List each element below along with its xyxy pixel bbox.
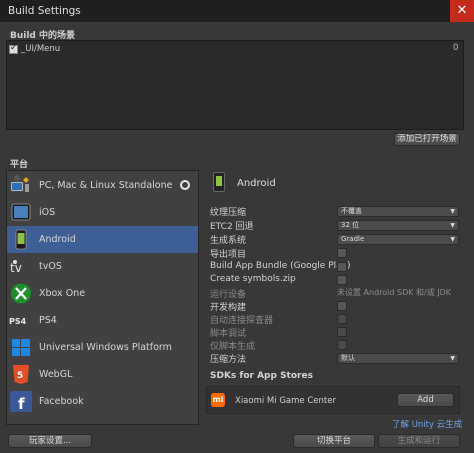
platform-label-ios: iOS — [39, 207, 56, 218]
platform-item-facebook[interactable]: f Facebook — [7, 388, 198, 415]
xbox-icon — [11, 283, 31, 304]
svg-text:PS4: PS4 — [9, 317, 27, 326]
sdks-title: SDKs for App Stores — [210, 371, 313, 381]
platform-item-android[interactable]: Android — [7, 226, 198, 253]
texture-compression-dropdown[interactable]: 不覆盖 ▼ — [337, 206, 459, 217]
scene-name: _UI/Menu — [21, 44, 61, 54]
build-app-bundle-label: Build App Bundle (Google Play) — [210, 261, 351, 271]
autoconnect-profiler-label: 自动连接探查器 — [210, 316, 274, 326]
platform-settings-title: Android — [237, 178, 276, 189]
monitor-icon — [10, 175, 29, 192]
scene-checkbox[interactable] — [9, 43, 18, 54]
learn-cloud-build-link[interactable]: 了解 Unity 云生成 — [392, 418, 462, 430]
platform-label-standalone: PC, Mac & Linux Standalone — [39, 180, 173, 191]
etc2-fallback-dropdown[interactable]: 32 位 ▼ — [337, 220, 459, 231]
scene-row[interactable]: _UI/Menu 0 — [9, 43, 458, 55]
platform-item-standalone[interactable]: PC, Mac & Linux Standalone — [7, 172, 198, 199]
build-app-bundle-checkbox[interactable] — [337, 262, 347, 272]
chevron-down-icon: ▼ — [450, 222, 455, 229]
window-title: Build Settings — [8, 5, 81, 17]
platform-label-uwp: Universal Windows Platform — [39, 342, 172, 353]
xiaomi-icon: mi — [211, 393, 225, 407]
platform-list: PC, Mac & Linux Standalone iOS Android t… — [6, 170, 199, 425]
close-icon[interactable]: ✕ — [450, 0, 474, 22]
platform-label-ps4: PS4 — [39, 315, 57, 326]
player-settings-button[interactable]: 玩家设置... — [8, 434, 92, 448]
scripts-only-build-checkbox — [337, 340, 347, 350]
platform-label-android: Android — [39, 234, 76, 245]
android-sdk-warning: 未设置 Android SDK 和/或 JDK — [337, 288, 452, 297]
run-device-label: 运行设备 — [210, 290, 247, 300]
build-system-label: 生成系统 — [210, 236, 247, 246]
chevron-down-icon: ▼ — [450, 208, 455, 215]
chevron-down-icon: ▼ — [450, 355, 455, 362]
script-debugging-label: 脚本调试 — [210, 329, 247, 339]
build-system-value: Gradle — [341, 235, 365, 243]
ipad-icon — [11, 203, 31, 221]
create-symbols-label: Create symbols.zip — [210, 274, 296, 284]
etc2-fallback-label: ETC2 回退 — [210, 222, 254, 232]
development-build-checkbox[interactable] — [337, 301, 347, 311]
export-project-label: 导出项目 — [210, 250, 247, 260]
scripts-only-build-label: 仅脚本生成 — [210, 342, 256, 352]
compression-method-label: 压缩方法 — [210, 355, 247, 365]
development-build-label: 开发构建 — [210, 303, 247, 313]
etc2-fallback-value: 32 位 — [341, 221, 360, 229]
platform-label-tvos: tvOS — [39, 261, 62, 272]
platform-label: 平台 — [10, 160, 29, 170]
create-symbols-checkbox[interactable] — [337, 275, 347, 285]
platform-item-webgl[interactable]: 5 WebGL — [7, 361, 198, 388]
build-system-dropdown[interactable]: Gradle ▼ — [337, 234, 459, 245]
compression-method-dropdown[interactable]: 默认 ▼ — [337, 353, 459, 364]
platform-item-uwp[interactable]: Universal Windows Platform — [7, 334, 198, 361]
build-and-run-button[interactable]: 生成和运行 — [378, 434, 460, 448]
windows-icon — [12, 339, 30, 356]
svg-text:f: f — [18, 395, 25, 413]
chevron-down-icon: ▼ — [450, 236, 455, 243]
export-project-checkbox[interactable] — [337, 248, 347, 258]
android-phone-icon — [15, 229, 27, 250]
scenes-list: _UI/Menu 0 — [6, 40, 464, 130]
platform-item-xbox[interactable]: Xbox One — [7, 280, 198, 307]
add-open-scenes-button[interactable]: 添加已打开场景 — [394, 133, 460, 146]
sdk-row: mi Xiaomi Mi Game Center Add — [206, 386, 460, 414]
add-sdk-button[interactable]: Add — [397, 393, 454, 407]
platform-item-tvos[interactable]: tv tvOS — [7, 253, 198, 280]
android-phone-icon — [213, 172, 225, 192]
texture-compression-value: 不覆盖 — [341, 207, 362, 215]
autoconnect-profiler-checkbox — [337, 314, 347, 324]
ps4-icon: PS4 — [9, 317, 27, 326]
platform-label-webgl: WebGL — [39, 369, 73, 380]
switch-platform-button[interactable]: 切换平台 — [293, 434, 375, 448]
svg-text:5: 5 — [17, 371, 23, 381]
platform-label-facebook: Facebook — [39, 396, 84, 407]
unity-icon — [180, 180, 190, 190]
appletv-icon: tv — [10, 260, 22, 275]
platform-item-ps4[interactable]: PS4 PS4 — [7, 307, 198, 334]
script-debugging-checkbox — [337, 327, 347, 337]
texture-compression-label: 纹理压缩 — [210, 208, 247, 218]
platform-item-ios[interactable]: iOS — [7, 199, 198, 226]
scene-index: 0 — [453, 43, 459, 53]
title-bar: Build Settings ✕ — [0, 0, 474, 22]
sdk-name: Xiaomi Mi Game Center — [235, 396, 336, 406]
facebook-icon: f — [10, 391, 32, 413]
platform-label-xbox: Xbox One — [39, 288, 86, 299]
compression-method-value: 默认 — [341, 354, 355, 362]
html5-icon: 5 — [13, 365, 29, 384]
